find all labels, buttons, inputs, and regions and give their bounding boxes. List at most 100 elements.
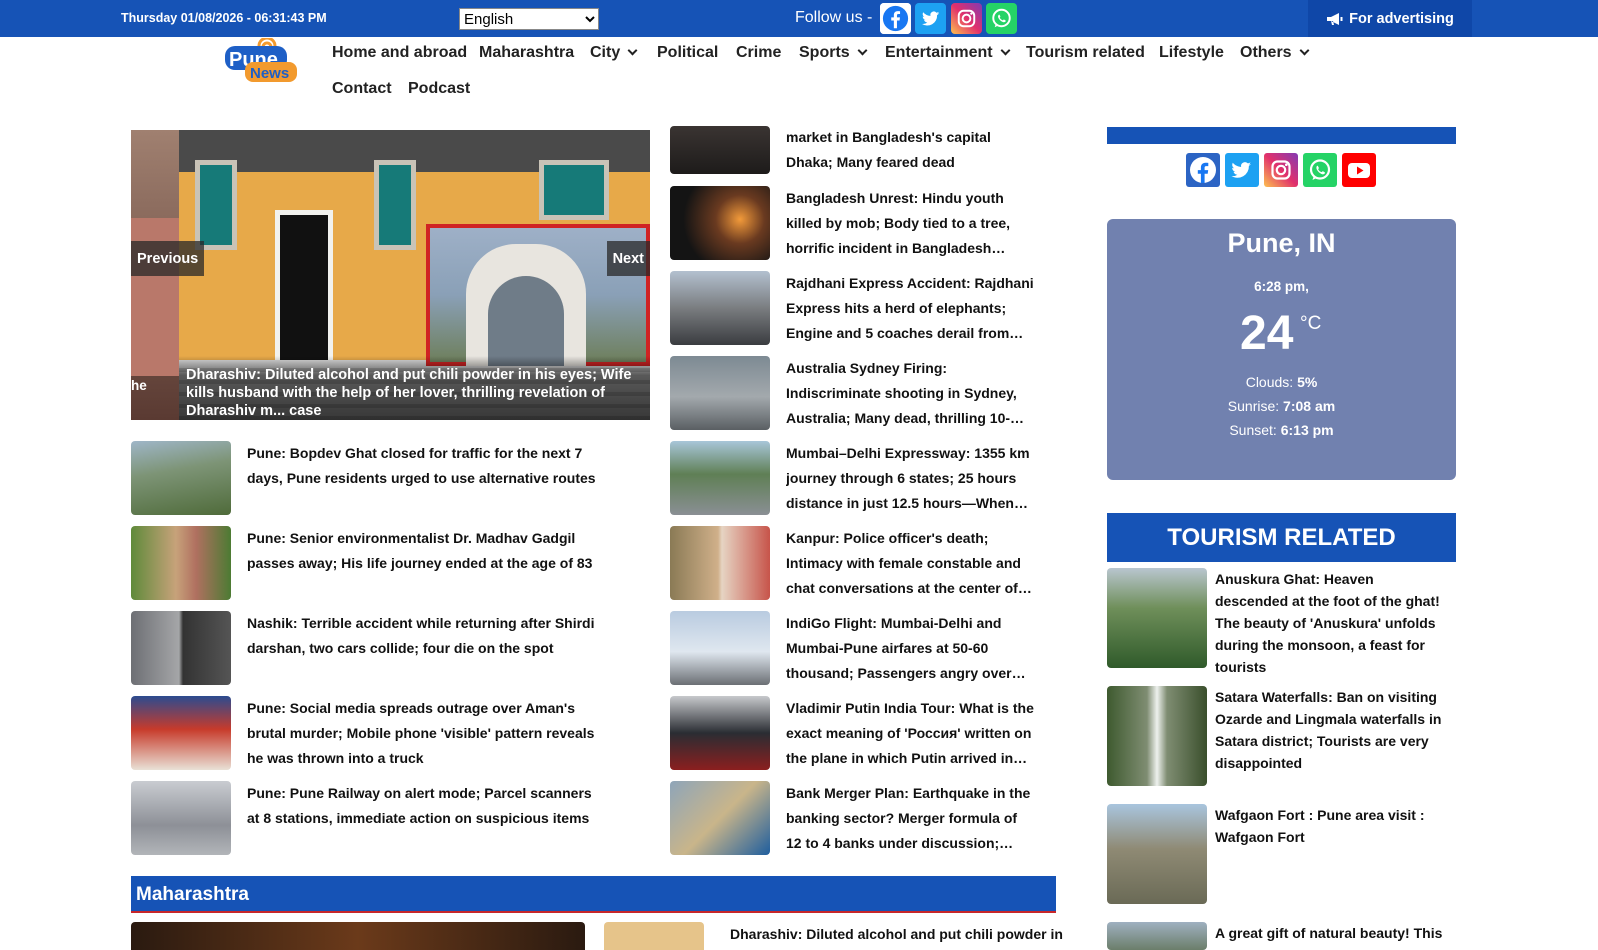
list-item[interactable]: Satara Waterfalls: Ban on visiting Ozard… [1107,686,1447,786]
article-thumbnail [1107,804,1207,904]
facebook-icon[interactable] [880,3,911,34]
weather-clouds: Clouds: 5% [1245,374,1318,390]
article-thumbnail [670,271,770,345]
site-logo[interactable]: Pune News [225,36,303,84]
megaphone-icon [1327,12,1343,25]
whatsapp-icon[interactable] [1303,153,1337,187]
list-item[interactable]: A great gift of natural beauty! This [1107,922,1447,950]
follow-us-label: Follow us - [795,9,873,26]
article-title: Pune: Bopdev Ghat closed for traffic for… [247,445,596,486]
list-item[interactable]: Mumbai–Delhi Expressway: 1355 km journey… [670,441,1036,516]
article-title: Pune: Social media spreads outrage over … [247,700,595,766]
list-item[interactable]: Nashik: Terrible accident while returnin… [131,611,607,685]
article-title: Wafgaon Fort : Pune area visit : Wafgaon… [1215,807,1425,845]
nav-maharashtra[interactable]: Maharashtra [479,44,574,62]
advertising-label: For advertising [1349,10,1454,27]
list-item[interactable]: Pune: Senior environmentalist Dr. Madhav… [131,526,607,600]
date-time: Thursday 01/08/2026 - 06:31:43 PM [121,11,327,25]
weather-time: 6:28 pm, [1254,279,1309,294]
article-title: Rajdhani Express Accident: Rajdhani Expr… [786,275,1034,341]
list-item[interactable]: Anuskura Ghat: Heaven descended at the f… [1107,568,1447,678]
chevron-down-icon [627,45,638,56]
weather-unit: °C [1300,313,1322,334]
article-title: Bangladesh Unrest: Hindu youth killed by… [786,190,1011,256]
facebook-icon[interactable] [1186,153,1220,187]
article-title: A great gift of natural beauty! This [1215,925,1443,941]
nav-home-abroad[interactable]: Home and abroad [332,44,467,62]
slider-next-button[interactable]: Next [606,241,650,276]
article-title: Anuskura Ghat: Heaven descended at the f… [1215,571,1440,675]
article-thumbnail [670,126,770,174]
advertising-button[interactable]: For advertising [1308,0,1472,37]
article-title: market in Bangladesh's capital Dhaka; Ma… [786,129,991,170]
list-item[interactable]: IndiGo Flight: Mumbai-Delhi and Mumbai-P… [670,611,1036,686]
article-thumbnail [131,611,231,685]
article-thumbnail [1107,686,1207,786]
list-item[interactable]: Australia Sydney Firing: Indiscriminate … [670,356,1036,431]
list-item[interactable]: Bangladesh Unrest: Hindu youth killed by… [670,186,1036,261]
article-thumbnail [670,441,770,515]
article-title: Bank Merger Plan: Earthquake in the bank… [786,785,1031,851]
nav-others[interactable]: Others [1240,44,1310,62]
nav-sports[interactable]: Sports [799,44,868,62]
article-thumbnail [670,526,770,600]
twitter-icon[interactable] [915,3,946,34]
nav-political[interactable]: Political [657,44,718,62]
instagram-icon[interactable] [951,3,982,34]
top-bar: Thursday 01/08/2026 - 06:31:43 PM Englis… [0,0,1598,37]
article-thumbnail [131,526,231,600]
list-item[interactable]: Rajdhani Express Accident: Rajdhani Expr… [670,271,1036,346]
nav-lifestyle[interactable]: Lifestyle [1159,44,1224,62]
article-thumbnail [131,781,231,855]
article-title: Mumbai–Delhi Expressway: 1355 km journey… [786,445,1030,511]
nav-crime[interactable]: Crime [736,44,781,62]
article-thumbnail [131,441,231,515]
article-title: Satara Waterfalls: Ban on visiting Ozard… [1215,689,1442,771]
article-thumbnail [670,611,770,685]
article-title: Kanpur: Police officer's death; Intimacy… [786,530,1032,596]
weather-temperature: 24 [1240,307,1294,360]
article-thumbnail [670,356,770,430]
article-thumbnail[interactable] [604,922,704,950]
instagram-icon[interactable] [1264,153,1298,187]
list-item[interactable]: Kanpur: Police officer's death; Intimacy… [670,526,1036,601]
list-item[interactable]: Pune: Pune Railway on alert mode; Parcel… [131,781,607,855]
chevron-down-icon [857,45,868,56]
previous-slide-caption: he [131,378,147,393]
article-thumbnail [1107,568,1207,668]
weather-city: Pune, IN [1227,228,1336,258]
slide-caption[interactable]: Dharashiv: Diluted alcohol and put chili… [179,356,650,420]
list-item[interactable]: Wafgaon Fort : Pune area visit : Wafgaon… [1107,804,1447,904]
list-item[interactable]: market in Bangladesh's capital Dhaka; Ma… [670,126,1036,175]
chevron-down-icon [1299,45,1310,56]
list-item[interactable]: Pune: Social media spreads outrage over … [131,696,607,771]
article-thumbnail [670,186,770,260]
list-item[interactable]: Pune: Bopdev Ghat closed for traffic for… [131,441,607,515]
youtube-icon[interactable] [1342,153,1376,187]
chevron-down-icon [1000,45,1011,56]
nav-podcast[interactable]: Podcast [408,80,470,98]
nav-entertainment[interactable]: Entertainment [885,44,1011,62]
sidebar-banner [1107,127,1456,144]
slider-previous-button[interactable]: Previous [131,241,205,276]
article-thumbnail [1107,922,1207,950]
article-title: Vladimir Putin India Tour: What is the e… [786,700,1034,766]
featured-slider[interactable]: he Dharashiv: Diluted alcohol and put ch… [131,130,650,420]
nav-tourism[interactable]: Tourism related [1026,44,1145,62]
article-thumbnail [670,781,770,855]
whatsapp-icon[interactable] [986,3,1017,34]
article-title[interactable]: Dharashiv: Diluted alcohol and put chili… [730,926,1063,942]
nav-contact[interactable]: Contact [332,80,392,98]
language-select[interactable]: English [459,8,599,30]
list-item[interactable]: Vladimir Putin India Tour: What is the e… [670,696,1036,771]
article-thumbnail[interactable] [131,922,585,950]
weather-sunrise: Sunrise: 7:08 am [1227,398,1336,414]
twitter-icon[interactable] [1225,153,1259,187]
weather-sunset: Sunset: 6:13 pm [1229,422,1334,438]
svg-text:News: News [250,65,289,82]
section-heading-maharashtra[interactable]: Maharashtra [131,876,1056,913]
article-title: Australia Sydney Firing: Indiscriminate … [786,360,1017,426]
tourism-heading[interactable]: TOURISM RELATED [1107,513,1456,562]
list-item[interactable]: Bank Merger Plan: Earthquake in the bank… [670,781,1036,856]
nav-city[interactable]: City [590,44,638,62]
